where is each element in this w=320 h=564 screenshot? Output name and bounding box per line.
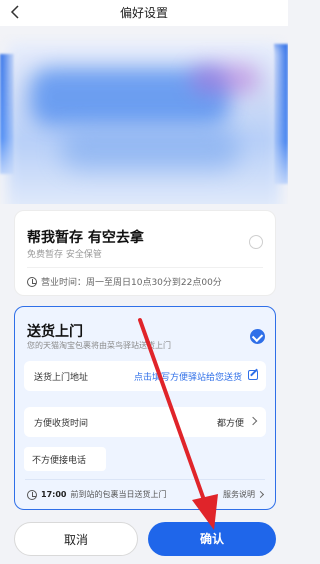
cutoff-text: 前到站的包裹当日送货上门 xyxy=(70,490,167,499)
page-title: 偏好设置 xyxy=(119,6,168,20)
option-hold-card[interactable]: 帮我暂存 有空去拿 免费暂存 安全保管 营业时间：周一至周日10点30分到22点… xyxy=(14,210,276,296)
business-hours-text: 营业时间：周一至周日10点30分到22点00分 xyxy=(41,278,222,288)
cancel-button[interactable]: 取消 xyxy=(14,522,138,556)
no-phone-call-toggle[interactable]: 不方便接电话 xyxy=(24,447,106,471)
fill-address-link[interactable]: 点击填写方便驿站给您送货 xyxy=(134,370,242,383)
divider xyxy=(25,479,265,480)
chevron-right-icon xyxy=(248,416,258,426)
selected-check-icon[interactable] xyxy=(250,329,265,344)
no-phone-call-label: 不方便接电话 xyxy=(32,456,87,466)
delivery-address-label: 送货上门地址 xyxy=(34,373,89,383)
delivery-time-label: 方便收货时间 xyxy=(34,419,89,429)
edit-icon[interactable] xyxy=(248,370,258,380)
divider xyxy=(27,267,263,268)
delivery-time-row[interactable]: 方便收货时间 都方便 xyxy=(24,407,266,437)
cutoff-time: 17:00 xyxy=(41,490,67,499)
chevron-right-icon xyxy=(256,490,265,499)
option-delivery-subtitle: 您的天猫淘宝包裹将由菜鸟驿站送货上门 xyxy=(27,341,171,350)
delivery-address-row[interactable]: 送货上门地址 点击填写方便驿站给您送货 xyxy=(24,361,266,391)
option-hold-title: 帮我暂存 有空去拿 xyxy=(27,230,144,246)
clock-icon xyxy=(27,276,37,287)
option-hold-radio[interactable] xyxy=(249,235,263,249)
blurred-banner-image xyxy=(0,34,288,204)
top-nav-bar: 偏好设置 xyxy=(0,0,288,26)
option-delivery-title: 送货上门 xyxy=(27,324,83,340)
option-hold-subtitle: 免费暂存 安全保管 xyxy=(27,250,102,260)
delivery-time-value: 都方便 xyxy=(216,419,244,429)
delivery-footer: 17:00 前到站的包裹当日送货上门 xyxy=(27,489,166,500)
business-hours: 营业时间：周一至周日10点30分到22点00分 xyxy=(27,275,222,288)
service-info-link[interactable]: 服务说明 xyxy=(223,489,265,500)
service-info-label: 服务说明 xyxy=(223,490,255,499)
confirm-button[interactable]: 确认 xyxy=(148,522,276,556)
clock-icon xyxy=(27,489,37,500)
